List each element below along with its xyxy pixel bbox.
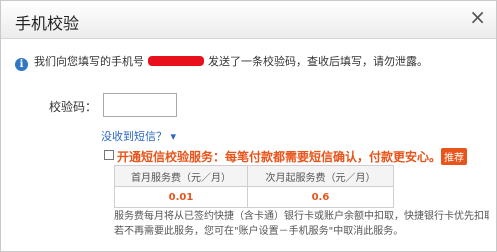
fee-table-value-row: 0.01 0.6 (114, 186, 395, 208)
sms-service-checkbox[interactable] (104, 150, 114, 160)
subsequent-month-fee-value: 0.6 (246, 186, 395, 208)
sms-service-promo-text: 开通短信校验服务：每笔付款都需要短信确认，付款更安心。 (117, 150, 442, 164)
first-month-fee-value: 0.01 (114, 186, 248, 208)
fee-table-header-row: 首月服务费（元／月） 次月起服务费（元／月） (114, 165, 395, 187)
close-icon[interactable]: × (469, 7, 486, 27)
first-month-fee-header: 首月服务费（元／月） (114, 165, 248, 187)
verification-code-input[interactable] (103, 93, 177, 117)
fee-note-line-1: 服务费每月将从已签约快捷（含卡通）银行卡或账户余额中扣取，快捷银行卡优先扣取。 (114, 211, 489, 222)
redacted-phone-number (148, 56, 204, 66)
info-text-before: 我们向您填写的手机号 (34, 55, 144, 68)
dialog-title: 手机校验 (15, 14, 80, 33)
info-icon: i (15, 58, 28, 71)
recommend-badge: 推荐 (441, 148, 467, 165)
fee-note-line-2: 若不再需要此服务，您可在"账户设置－手机服务"中取消此服务。 (114, 226, 404, 237)
code-label: 校验码： (49, 100, 98, 114)
info-text-after: 发送了一条校验码，查收后填写，请勿泄露。 (208, 55, 428, 68)
info-message: i 我们向您填写的手机号 发送了一条校验码，查收后填写，请勿泄露。 (15, 53, 428, 71)
resend-code-link[interactable]: 没收到短信？ ▾ (101, 128, 176, 144)
dialog-titlebar: 手机校验 × (1, 1, 496, 39)
phone-verification-dialog: 手机校验 × i 我们向您填写的手机号 发送了一条校验码，查收后填写，请勿泄露。 校… (0, 0, 497, 252)
subsequent-month-fee-header: 次月起服务费（元／月） (246, 165, 395, 187)
fee-table: 首月服务费（元／月） 次月起服务费（元／月） 0.01 0.6 (114, 165, 395, 208)
